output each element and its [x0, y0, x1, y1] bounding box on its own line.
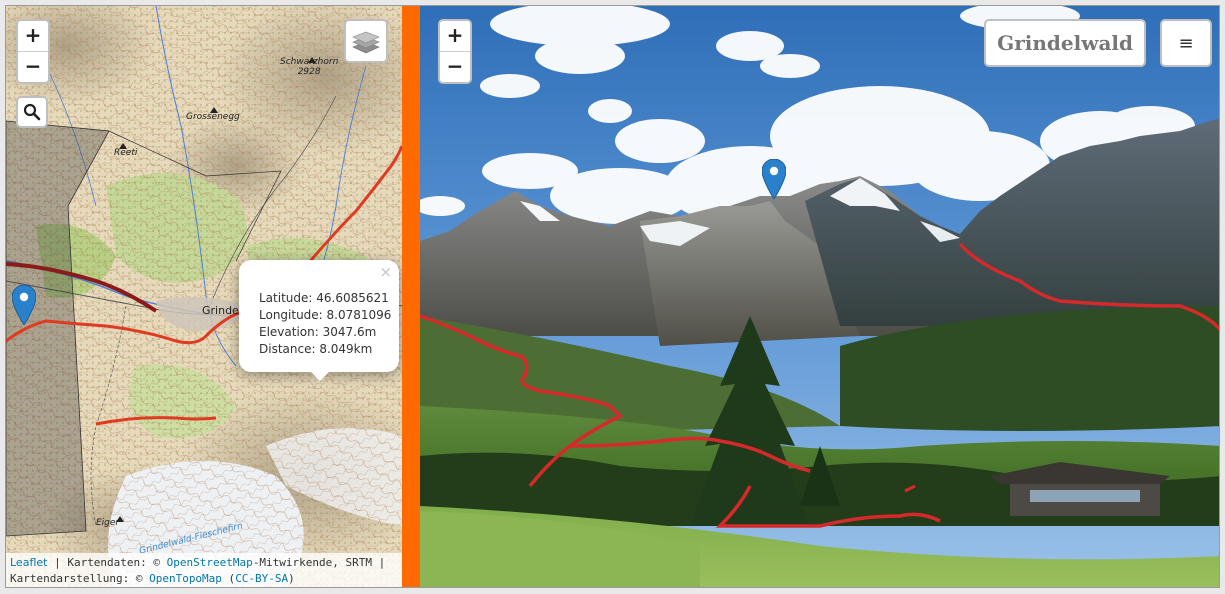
layers-icon — [352, 31, 380, 54]
label-schwarzhorn-name: Schwarzhorn — [280, 57, 339, 67]
map-zoom-control: + − — [16, 19, 50, 84]
map-marker-icon[interactable] — [12, 285, 36, 325]
map-attribution: Leaflet | Kartendaten: © OpenStreetMap-M… — [6, 553, 402, 587]
menu-icon: ≡ — [1178, 32, 1194, 54]
photo-zoom-control: + − — [438, 19, 472, 84]
menu-button[interactable]: ≡ — [1160, 19, 1212, 67]
popup-elevation: Elevation: 3047.6m — [259, 325, 377, 339]
popup-tip — [310, 371, 330, 381]
location-title[interactable]: Grindelwald — [984, 19, 1146, 67]
attribution-line-1: Leaflet | Kartendaten: © OpenStreetMap-M… — [10, 555, 398, 571]
label-grossenegg: Grossenegg — [186, 112, 240, 122]
map-zoom-out-button[interactable]: − — [18, 51, 48, 82]
elevation-popup: × Latitude: 46.6085621 Longitude: 8.0781… — [239, 260, 399, 381]
opentopomap-link[interactable]: OpenTopoMap — [149, 572, 222, 585]
popup-longitude: Longitude: 8.0781096 — [259, 308, 392, 322]
map-layers-button[interactable] — [344, 19, 388, 63]
leaflet-link[interactable]: Leaflet — [10, 556, 47, 569]
photo-marker-icon[interactable] — [762, 159, 786, 199]
panorama-view[interactable]: + − Grindelwald ≡ — [420, 6, 1220, 588]
attribution-line-2: Kartendarstellung: © OpenTopoMap (CC-BY-… — [10, 571, 398, 587]
license-link[interactable]: CC-BY-SA — [235, 572, 288, 585]
map-zoom-in-button[interactable]: + — [18, 21, 48, 51]
attribution-sep1: | Kartendaten: © — [47, 556, 167, 569]
popup-distance: Distance: 8.049km — [259, 342, 373, 356]
popup-latitude: Latitude: 46.6085621 — [259, 291, 389, 305]
label-schwarzhorn-elev: 2928 — [297, 67, 321, 77]
label-schwarzhorn: Schwarzhorn 2928 — [280, 57, 338, 77]
attribution-contributors: -Mitwirkende, SRTM | — [252, 556, 386, 569]
label-reeti: Reeti — [114, 148, 138, 158]
label-eiger: Eiger — [96, 518, 120, 528]
topo-map[interactable]: Schwarzhorn 2928 Grossenegg Reeti Grinde… — [6, 6, 402, 587]
attribution-line2-prefix: Kartendarstellung: © — [10, 572, 150, 585]
panorama-photo[interactable] — [420, 6, 1220, 588]
search-icon — [23, 103, 41, 121]
app-frame: Schwarzhorn 2928 Grossenegg Reeti Grinde… — [5, 5, 1220, 588]
popup-close-button[interactable]: × — [379, 263, 392, 281]
attribution-close-paren: ) — [288, 572, 295, 585]
photo-zoom-in-button[interactable]: + — [440, 21, 470, 51]
map-search-button[interactable] — [16, 96, 48, 128]
photo-zoom-out-button[interactable]: − — [440, 51, 470, 82]
attribution-open-paren: ( — [221, 572, 236, 585]
openstreetmap-link[interactable]: OpenStreetMap — [167, 556, 253, 569]
split-divider[interactable] — [402, 6, 420, 587]
